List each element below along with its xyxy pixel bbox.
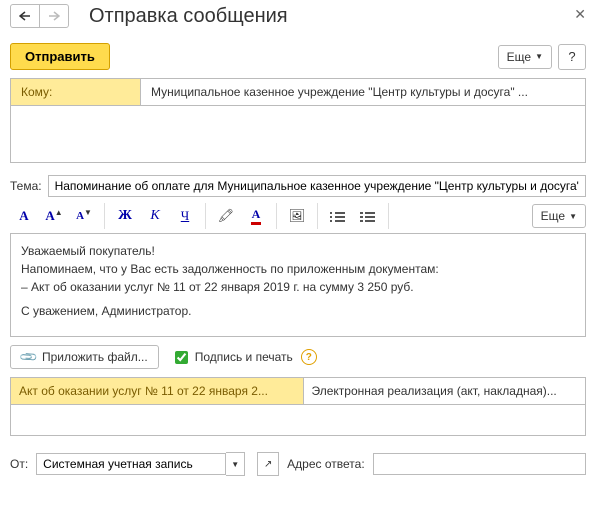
close-button[interactable]: ✕ (574, 6, 586, 23)
up-arrow-icon: ▲ (55, 208, 63, 217)
chevron-down-icon: ▼ (569, 212, 577, 221)
message-body-editor[interactable]: Уважаемый покупатель! Напоминаем, что у … (10, 233, 586, 337)
reply-to-label: Адрес ответа: (287, 457, 364, 471)
from-account-input[interactable] (36, 453, 226, 475)
nav-back-button[interactable] (10, 4, 40, 28)
signature-checkbox-label[interactable]: Подпись и печать ? (171, 348, 317, 367)
font-size-button[interactable]: A (10, 203, 38, 229)
from-account-dropdown[interactable]: ▼ (226, 452, 245, 476)
more-button[interactable]: Еще▼ (498, 45, 552, 69)
to-field[interactable]: Муниципальное казенное учреждение "Центр… (141, 79, 585, 105)
bullet-list-button[interactable] (324, 203, 352, 229)
bold-button[interactable]: Ж (111, 203, 139, 229)
signature-help-icon[interactable]: ? (301, 349, 317, 365)
document-item-selected[interactable]: Акт об оказании услуг № 11 от 22 января … (11, 378, 304, 404)
italic-button[interactable]: К (141, 203, 169, 229)
numbered-list-button[interactable] (354, 203, 382, 229)
font-color-button[interactable]: A (242, 203, 270, 229)
format-more-button[interactable]: Еще▼ (532, 204, 586, 228)
from-label: От: (10, 457, 28, 471)
open-icon: ↗ (264, 459, 272, 470)
help-button[interactable]: ? (558, 44, 586, 70)
subject-label: Тема: (10, 179, 42, 193)
chevron-down-icon: ▼ (535, 52, 543, 61)
paperclip-icon: 📎 (18, 347, 38, 367)
down-arrow-icon: ▼ (84, 208, 92, 217)
chevron-down-icon: ▼ (231, 460, 239, 469)
font-decrease-button[interactable]: A▼ (70, 203, 98, 229)
insert-image-button[interactable]: 🖼 (283, 203, 311, 229)
nav-forward-button[interactable] (39, 4, 69, 28)
to-label: Кому: (11, 79, 141, 105)
subject-input[interactable] (48, 175, 586, 197)
font-increase-button[interactable]: A▲ (40, 203, 68, 229)
from-account-open-button[interactable]: ↗ (257, 452, 279, 476)
signature-checkbox[interactable] (175, 351, 188, 364)
documents-list-empty[interactable] (10, 405, 586, 436)
send-button[interactable]: Отправить (10, 43, 110, 70)
image-icon: 🖼 (289, 208, 306, 224)
to-list-empty[interactable] (10, 106, 586, 163)
document-item[interactable]: Электронная реализация (акт, накладная).… (304, 378, 585, 404)
underline-button[interactable]: Ч (171, 203, 199, 229)
window-title: Отправка сообщения (89, 5, 288, 28)
attach-file-button[interactable]: 📎Приложить файл... (10, 345, 159, 369)
reply-to-input[interactable] (373, 453, 586, 475)
highlight-color-button[interactable]: 🖍 (212, 203, 240, 229)
